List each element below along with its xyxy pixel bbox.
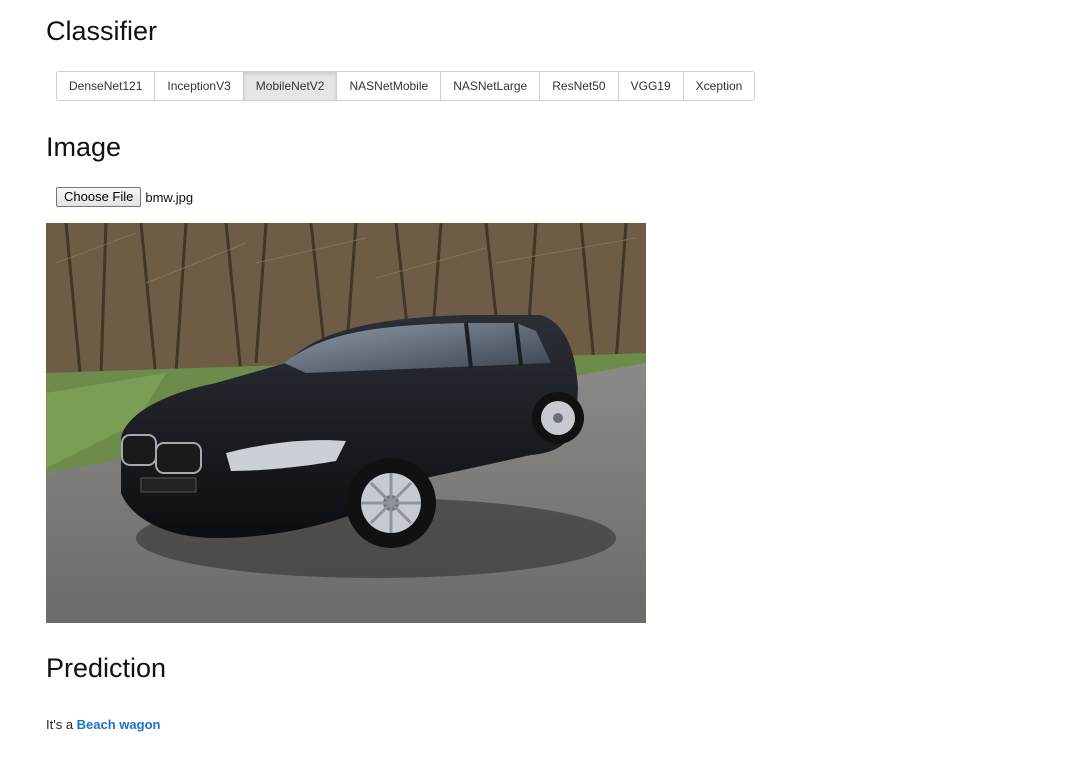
option-mobilenetv2[interactable]: MobileNetV2	[243, 72, 338, 100]
option-vgg19[interactable]: VGG19	[618, 72, 684, 100]
classifier-selector: DenseNet121 InceptionV3 MobileNetV2 NASN…	[56, 71, 756, 101]
prediction-prefix: It's a	[46, 717, 77, 732]
prediction-link[interactable]: Beach wagon	[77, 717, 161, 732]
file-input: Choose File bmw.jpg	[56, 187, 193, 207]
option-xception[interactable]: Xception	[683, 72, 755, 100]
file-name: bmw.jpg	[145, 189, 194, 205]
uploaded-image	[46, 223, 646, 623]
image-heading: Image	[46, 132, 122, 162]
option-inceptionv3[interactable]: InceptionV3	[155, 72, 244, 100]
prediction-heading: Prediction	[46, 653, 167, 683]
option-resnet50[interactable]: ResNet50	[540, 72, 619, 100]
prediction-text: It's a Beach wagon	[46, 717, 160, 732]
option-nasnetmobile[interactable]: NASNetMobile	[337, 72, 442, 100]
classifier-heading: Classifier	[46, 16, 158, 46]
option-nasnetlarge[interactable]: NASNetLarge	[441, 72, 541, 100]
option-densenet121[interactable]: DenseNet121	[57, 72, 156, 100]
choose-file-button[interactable]: Choose File	[56, 187, 142, 207]
